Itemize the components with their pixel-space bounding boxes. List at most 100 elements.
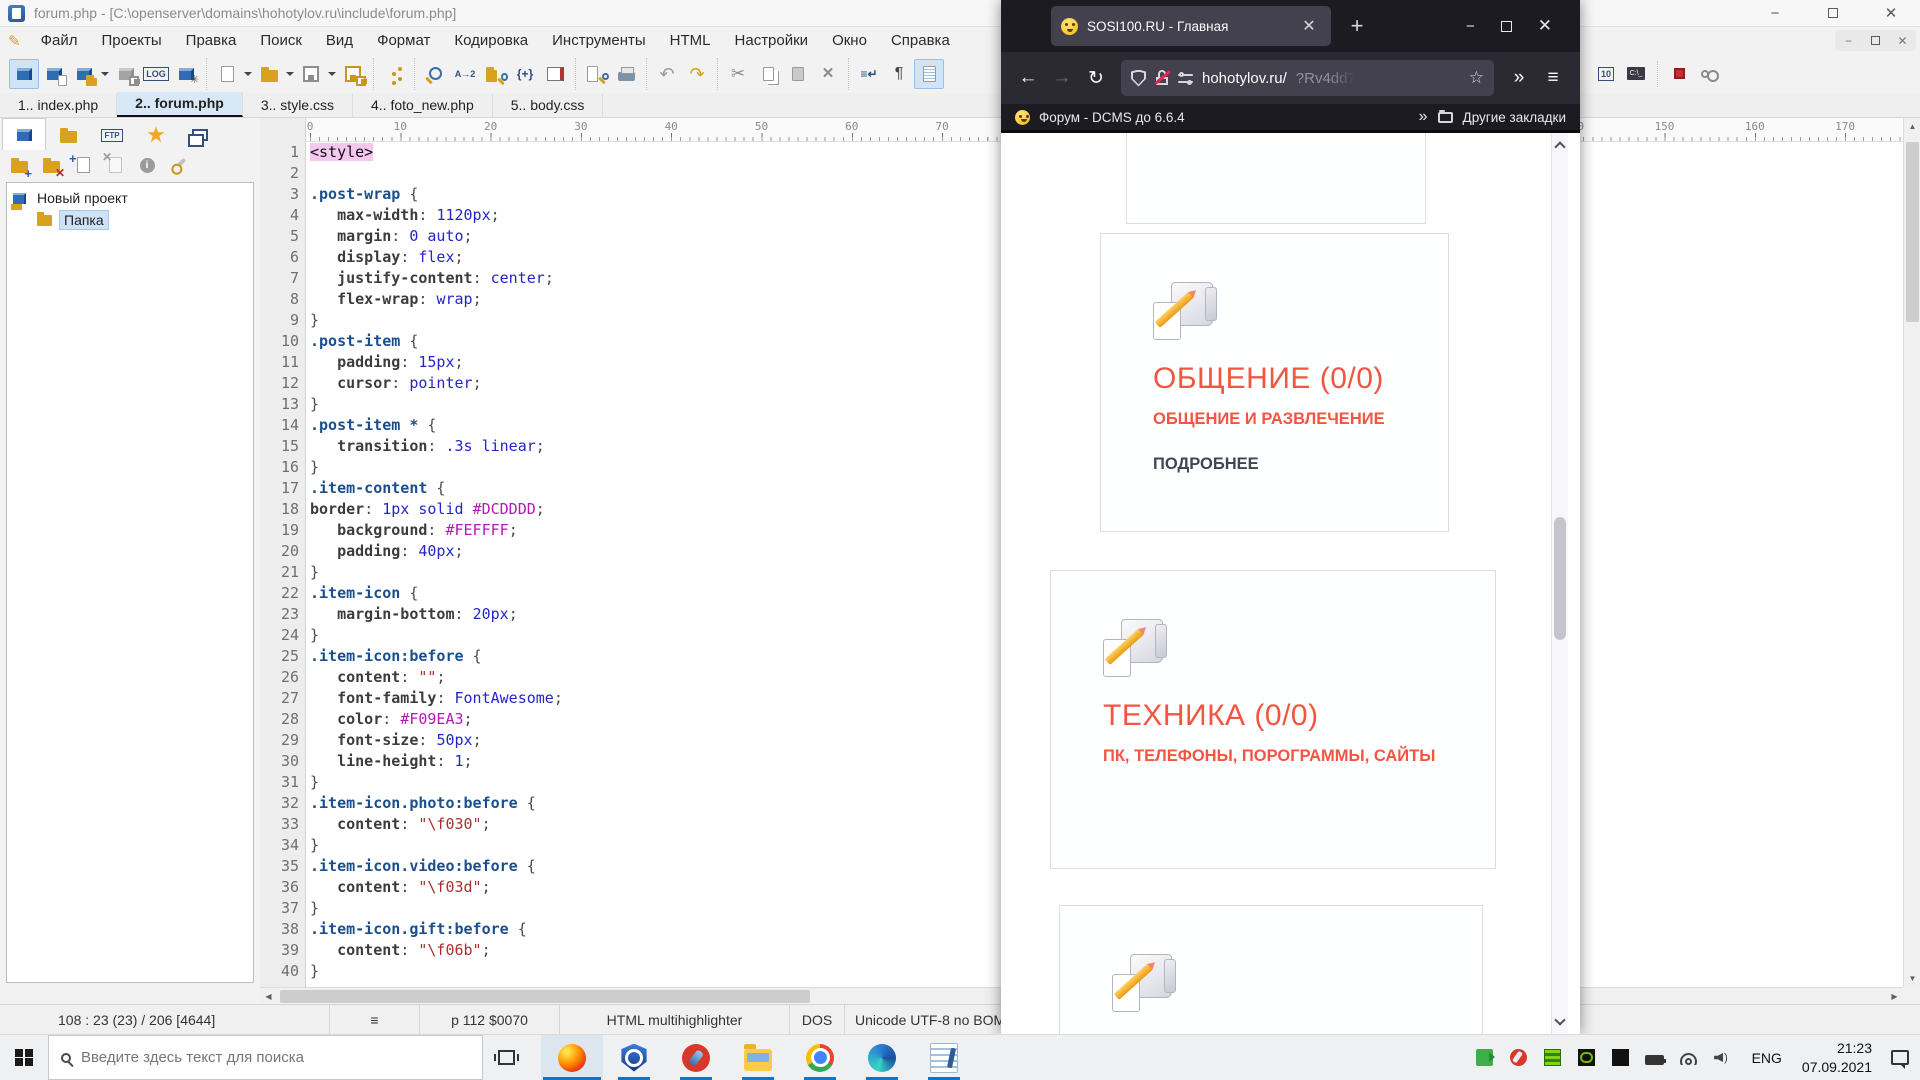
toolbar-print-preview[interactable]: [581, 59, 611, 89]
clock[interactable]: 21:23 07.09.2021: [1794, 1039, 1880, 1075]
bookmark-star-icon[interactable]: ☆: [1469, 68, 1484, 88]
tray-pixels[interactable]: [1536, 1035, 1570, 1080]
scrollbar-thumb[interactable]: [1554, 517, 1566, 640]
dropdown-arrow-icon[interactable]: [326, 59, 338, 89]
toolbar-console[interactable]: C:\_: [1621, 59, 1651, 89]
menu-Проекты[interactable]: Проекты: [89, 29, 173, 52]
new-tab-button[interactable]: +: [1345, 13, 1369, 39]
browser-tab[interactable]: SOSI100.RU - Главная ✕: [1051, 6, 1331, 46]
toolbar-print[interactable]: [611, 59, 641, 89]
menu-Инструменты[interactable]: Инструменты: [540, 29, 658, 52]
language-indicator[interactable]: ENG: [1740, 1050, 1794, 1066]
sidebar-tab-windows[interactable]: [178, 120, 222, 150]
menu-Кодировка[interactable]: Кодировка: [442, 29, 540, 52]
tray-wifi[interactable]: [1672, 1035, 1706, 1080]
toolbar-new-document[interactable]: [212, 59, 242, 89]
forum-section-title[interactable]: ОБЩЕНИЕ (0/0): [1153, 362, 1396, 396]
taskbar-app-firefox[interactable]: [541, 1035, 603, 1080]
address-bar[interactable]: hohotylov.ru/ ?Rv4dd7 ☆: [1121, 60, 1494, 96]
reload-button[interactable]: ↻: [1079, 61, 1113, 95]
tab-1..-index.php[interactable]: 1.. index.php: [0, 94, 117, 117]
toolbar-log-window[interactable]: LOG: [141, 59, 171, 89]
forum-section-title[interactable]: ТЕХНИКА (0/0): [1103, 699, 1443, 733]
dropdown-arrow-icon[interactable]: [242, 59, 254, 89]
toolbar-match-braces[interactable]: {+}: [510, 59, 540, 89]
toolbar-copy[interactable]: [753, 59, 783, 89]
tree-item-folder[interactable]: Папка: [7, 209, 253, 231]
toolbar-project-new-cube[interactable]: [9, 59, 39, 89]
toolbar-cut[interactable]: ✂: [723, 59, 753, 89]
tracking-protection-shield-icon[interactable]: [1131, 70, 1146, 87]
doc-minimize-button[interactable]: −: [1835, 30, 1862, 51]
toolbar-replace-az[interactable]: A→2: [450, 59, 480, 89]
sidebar-tool-file-remove[interactable]: ✕: [100, 150, 130, 180]
more-link[interactable]: ПОДРОБНЕЕ: [1153, 455, 1396, 474]
forward-button[interactable]: →: [1045, 61, 1079, 95]
scroll-up-arrow[interactable]: ▲: [1904, 118, 1920, 135]
close-button[interactable]: ✕: [1538, 16, 1552, 36]
forum-card-tekhnika[interactable]: ТЕХНИКА (0/0) ПК, ТЕЛЕФОНЫ, ПОРОГРАММЫ, …: [1050, 570, 1496, 869]
tab-4..-foto_new.php[interactable]: 4.. foto_new.php: [353, 94, 493, 117]
dropdown-arrow-icon[interactable]: [99, 59, 111, 89]
tray-battery[interactable]: [1638, 1035, 1672, 1080]
menu-Файл[interactable]: Файл: [29, 29, 90, 52]
tray-codec[interactable]: [1604, 1035, 1638, 1080]
syntax-highlighter-status[interactable]: HTML multihighlighter: [560, 1005, 790, 1034]
sidebar-tool-file-add[interactable]: +: [68, 150, 98, 180]
toolbar-sort-tree[interactable]: [379, 59, 409, 89]
menu-Настройки[interactable]: Настройки: [723, 29, 821, 52]
overflow-chevrons-icon[interactable]: »: [1502, 61, 1536, 95]
toolbar-project-settings[interactable]: ✳: [171, 59, 201, 89]
restore-button[interactable]: [1804, 0, 1862, 26]
toolbar-show-paragraph[interactable]: ¶: [884, 59, 914, 89]
toolbar-project-copy[interactable]: [39, 59, 69, 89]
permissions-icon[interactable]: [1178, 72, 1193, 84]
menu-Формат[interactable]: Формат: [365, 29, 442, 52]
toolbar-project-save[interactable]: [111, 59, 141, 89]
toolbar-line-numbers[interactable]: [914, 59, 944, 89]
task-view-button[interactable]: [483, 1035, 529, 1080]
toolbar-wrap-lines[interactable]: ≡↵: [854, 59, 884, 89]
toolbar-hex-view[interactable]: 10: [1591, 59, 1621, 89]
scrollbar-thumb[interactable]: [1906, 142, 1919, 322]
menu-Вид[interactable]: Вид: [314, 29, 365, 52]
sidebar-tool-folder-add[interactable]: +: [4, 150, 34, 180]
menu-Правка[interactable]: Правка: [174, 29, 249, 52]
toolbar-redo[interactable]: ↷: [682, 59, 712, 89]
toolbar-save-all[interactable]: [338, 59, 368, 89]
toolbar-open-folder[interactable]: [254, 59, 284, 89]
toolbar-paste[interactable]: [783, 59, 813, 89]
tree-item-project[interactable]: Новый проект: [7, 187, 253, 209]
maximize-button[interactable]: [1501, 21, 1512, 32]
tab-3..-style.css[interactable]: 3.. style.css: [243, 94, 353, 117]
scroll-down-arrow[interactable]: ▼: [1904, 970, 1920, 987]
taskbar-app-chrome[interactable]: [789, 1035, 851, 1080]
tab-close-icon[interactable]: ✕: [1297, 16, 1321, 36]
taskbar-app-text-editor[interactable]: [913, 1035, 975, 1080]
page-scrollbar[interactable]: [1551, 133, 1568, 1034]
toolbar-bookmarks-book[interactable]: [540, 59, 570, 89]
sidebar-tab-folder[interactable]: [46, 120, 90, 150]
line-ending-status[interactable]: DOS: [790, 1005, 845, 1034]
doc-restore-button[interactable]: [1862, 30, 1889, 51]
tab-2..-forum.php[interactable]: 2.. forum.php: [117, 92, 243, 117]
tab-5..-body.css[interactable]: 5.. body.css: [493, 94, 604, 117]
dropdown-arrow-icon[interactable]: [284, 59, 296, 89]
bookmark-item[interactable]: Форум - DCMS до 6.6.4: [1039, 110, 1185, 125]
taskbar-search-box[interactable]: Введите здесь текст для поиска: [48, 1035, 483, 1080]
sidebar-tab-ftp[interactable]: FTP: [90, 120, 134, 150]
scrollbar-thumb[interactable]: [280, 990, 810, 1003]
action-center-button[interactable]: [1880, 1035, 1920, 1080]
taskbar-app-security-shield[interactable]: [603, 1035, 665, 1080]
tray-volume[interactable]: [1706, 1035, 1740, 1080]
close-button[interactable]: ✕: [1862, 0, 1920, 26]
forum-card-partial-bottom[interactable]: [1059, 905, 1483, 1034]
scroll-down-arrow[interactable]: [1554, 1014, 1565, 1025]
start-button[interactable]: [0, 1035, 48, 1080]
doc-close-button[interactable]: ✕: [1889, 30, 1916, 51]
minimize-button[interactable]: −: [1466, 18, 1475, 35]
menu-Окно[interactable]: Окно: [820, 29, 879, 52]
toolbar-delete[interactable]: ✕: [813, 59, 843, 89]
menu-hamburger-icon[interactable]: ≡: [1536, 61, 1570, 95]
sidebar-tab-favorites-star[interactable]: ★: [134, 120, 178, 150]
